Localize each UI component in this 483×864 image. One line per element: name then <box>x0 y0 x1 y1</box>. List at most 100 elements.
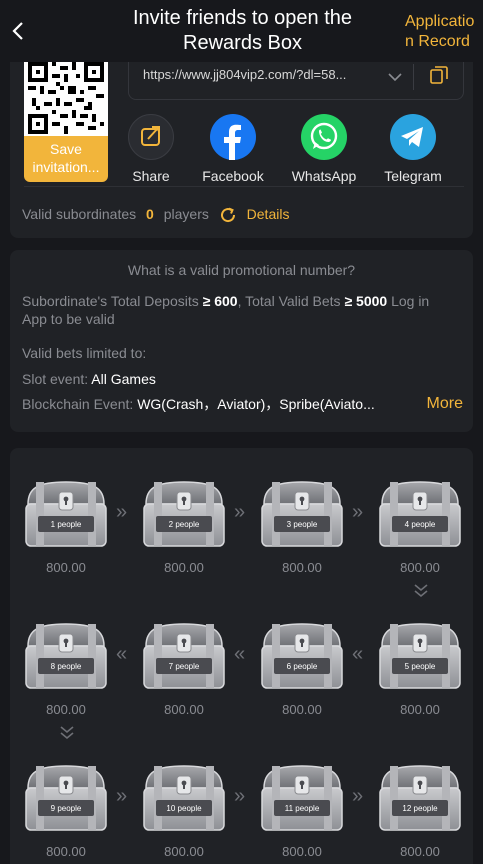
treasure-chest-icon <box>260 762 344 839</box>
treasure-chest-icon <box>260 620 344 697</box>
reward-box[interactable]: 7 people 800.00 <box>142 620 226 717</box>
rules-deposit-line: Subordinate's Total Deposits ≥ 600, Tota… <box>22 292 462 310</box>
valid-subordinates-row: Valid subordinates 0 players Details <box>22 206 289 224</box>
reward-box[interactable]: 4 people 800.00 <box>378 478 462 575</box>
players-label: players <box>163 206 209 222</box>
box-people-label: 6 people <box>286 662 318 671</box>
qr-code-card[interactable]: Save invitation... <box>24 62 108 182</box>
back-arrow-icon[interactable] <box>10 20 26 42</box>
treasure-chest-icon <box>142 762 226 839</box>
details-link[interactable]: Details <box>247 206 290 222</box>
deposit-label: Subordinate's Total Deposits <box>22 293 199 309</box>
double-chevron-right-icon: » <box>234 501 246 523</box>
invite-card: Save invitation... https://www.jj804vip2… <box>10 62 473 238</box>
double-chevron-left-icon: « <box>234 643 246 665</box>
treasure-chest-icon <box>378 762 462 839</box>
deposit-value: 600 <box>214 293 238 309</box>
divider <box>24 186 464 187</box>
whatsapp-icon <box>301 114 347 160</box>
valid-subordinates-label: Valid subordinates <box>22 206 137 222</box>
treasure-chest-icon <box>142 620 226 697</box>
application-record-link[interactable]: Application Record <box>405 12 477 52</box>
treasure-chest-icon <box>378 478 462 555</box>
box-amount: 800.00 <box>400 702 440 717</box>
reward-box[interactable]: 6 people 800.00 <box>260 620 344 717</box>
treasure-chest-icon <box>260 478 344 555</box>
whatsapp-button[interactable]: WhatsApp <box>279 114 369 184</box>
reward-box[interactable]: 3 people 800.00 <box>260 478 344 575</box>
reward-box[interactable]: 12 people 800.00 <box>378 762 462 859</box>
bets-operator: ≥ <box>344 293 353 309</box>
box-amount: 800.00 <box>400 844 440 859</box>
share-button[interactable]: Share <box>106 114 196 184</box>
box-people-label: 12 people <box>402 804 438 813</box>
box-people-label: 11 people <box>284 804 320 813</box>
reward-box[interactable]: 2 people 800.00 <box>142 478 226 575</box>
chevron-down-icon[interactable] <box>387 69 403 85</box>
reward-box[interactable]: 8 people 800.00 <box>24 620 108 717</box>
box-people-label: 8 people <box>50 662 82 671</box>
facebook-icon <box>210 114 256 160</box>
copy-icon[interactable] <box>429 65 449 85</box>
telegram-icon <box>390 114 436 160</box>
refresh-icon[interactable] <box>219 206 237 224</box>
qr-code <box>24 62 108 136</box>
page-title: Invite friends to open the Rewards Box <box>132 7 353 54</box>
double-chevron-right-icon: » <box>352 501 364 523</box>
rules-card: What is a valid promotional number? Subo… <box>10 250 473 432</box>
invite-link-box: https://www.jj804vip2.com/?dl=58... <box>128 62 464 100</box>
whatsapp-label: WhatsApp <box>291 168 357 184</box>
box-amount: 800.00 <box>282 560 322 575</box>
box-amount: 800.00 <box>46 560 86 575</box>
box-amount: 800.00 <box>400 560 440 575</box>
slot-event-line: Slot event: All Games <box>22 370 156 388</box>
reward-box[interactable]: 5 people 800.00 <box>378 620 462 717</box>
box-amount: 800.00 <box>164 702 204 717</box>
double-chevron-right-icon: » <box>116 501 128 523</box>
valid-bets-limited-label: Valid bets limited to: <box>22 345 147 361</box>
bets-value: 5000 <box>356 293 388 309</box>
box-amount: 800.00 <box>282 844 322 859</box>
telegram-label: Telegram <box>384 168 442 184</box>
box-amount: 800.00 <box>46 702 86 717</box>
rules-title: What is a valid promotional number? <box>127 262 356 278</box>
reward-box[interactable]: 9 people 800.00 <box>24 762 108 859</box>
blockchain-event-label: Blockchain Event: <box>22 396 134 412</box>
box-amount: 800.00 <box>282 702 322 717</box>
facebook-label: Facebook <box>202 168 264 184</box>
more-link[interactable]: More <box>427 395 463 413</box>
save-invitation-label: Save invitation... <box>32 141 100 175</box>
box-people-label: 1 people <box>50 520 82 529</box>
facebook-button[interactable]: Facebook <box>188 114 278 184</box>
box-people-label: 7 people <box>168 662 200 671</box>
valid-subordinates-count: 0 <box>146 206 154 222</box>
slot-event-label: Slot event: <box>22 371 89 387</box>
blockchain-event-line: Blockchain Event: WG(Crash，Aviator)，Spri… <box>22 395 422 413</box>
box-people-label: 10 people <box>166 804 202 813</box>
box-people-label: 3 people <box>286 520 318 529</box>
blockchain-event-value: WG(Crash，Aviator)，Spribe(Aviato... <box>137 396 375 412</box>
double-chevron-left-icon: « <box>352 643 364 665</box>
header: Invite friends to open the Rewards Box A… <box>0 0 483 62</box>
share-label: Share <box>132 168 170 184</box>
box-people-label: 2 people <box>168 520 200 529</box>
treasure-chest-icon <box>378 620 462 697</box>
invite-link-text: https://www.jj804vip2.com/?dl=58... <box>143 67 347 82</box>
telegram-button[interactable]: Telegram <box>368 114 458 184</box>
login-text: Log in <box>391 293 430 309</box>
box-people-label: 5 people <box>404 662 436 671</box>
box-people-label: 9 people <box>50 804 82 813</box>
bets-label: , Total Valid Bets <box>237 293 341 309</box>
box-amount: 800.00 <box>164 560 204 575</box>
slot-event-value: All Games <box>91 371 156 387</box>
deposit-operator: ≥ <box>202 293 211 309</box>
reward-box[interactable]: 11 people 800.00 <box>260 762 344 859</box>
double-chevron-right-icon: » <box>116 785 128 807</box>
reward-box[interactable]: 10 people 800.00 <box>142 762 226 859</box>
rewards-box-grid: 1 people 800.00 2 people 800.00 3 people… <box>10 448 473 864</box>
treasure-chest-icon <box>142 478 226 555</box>
double-chevron-down-icon <box>59 724 75 744</box>
double-chevron-right-icon: » <box>234 785 246 807</box>
reward-box[interactable]: 1 people 800.00 <box>24 478 108 575</box>
divider <box>413 64 414 90</box>
